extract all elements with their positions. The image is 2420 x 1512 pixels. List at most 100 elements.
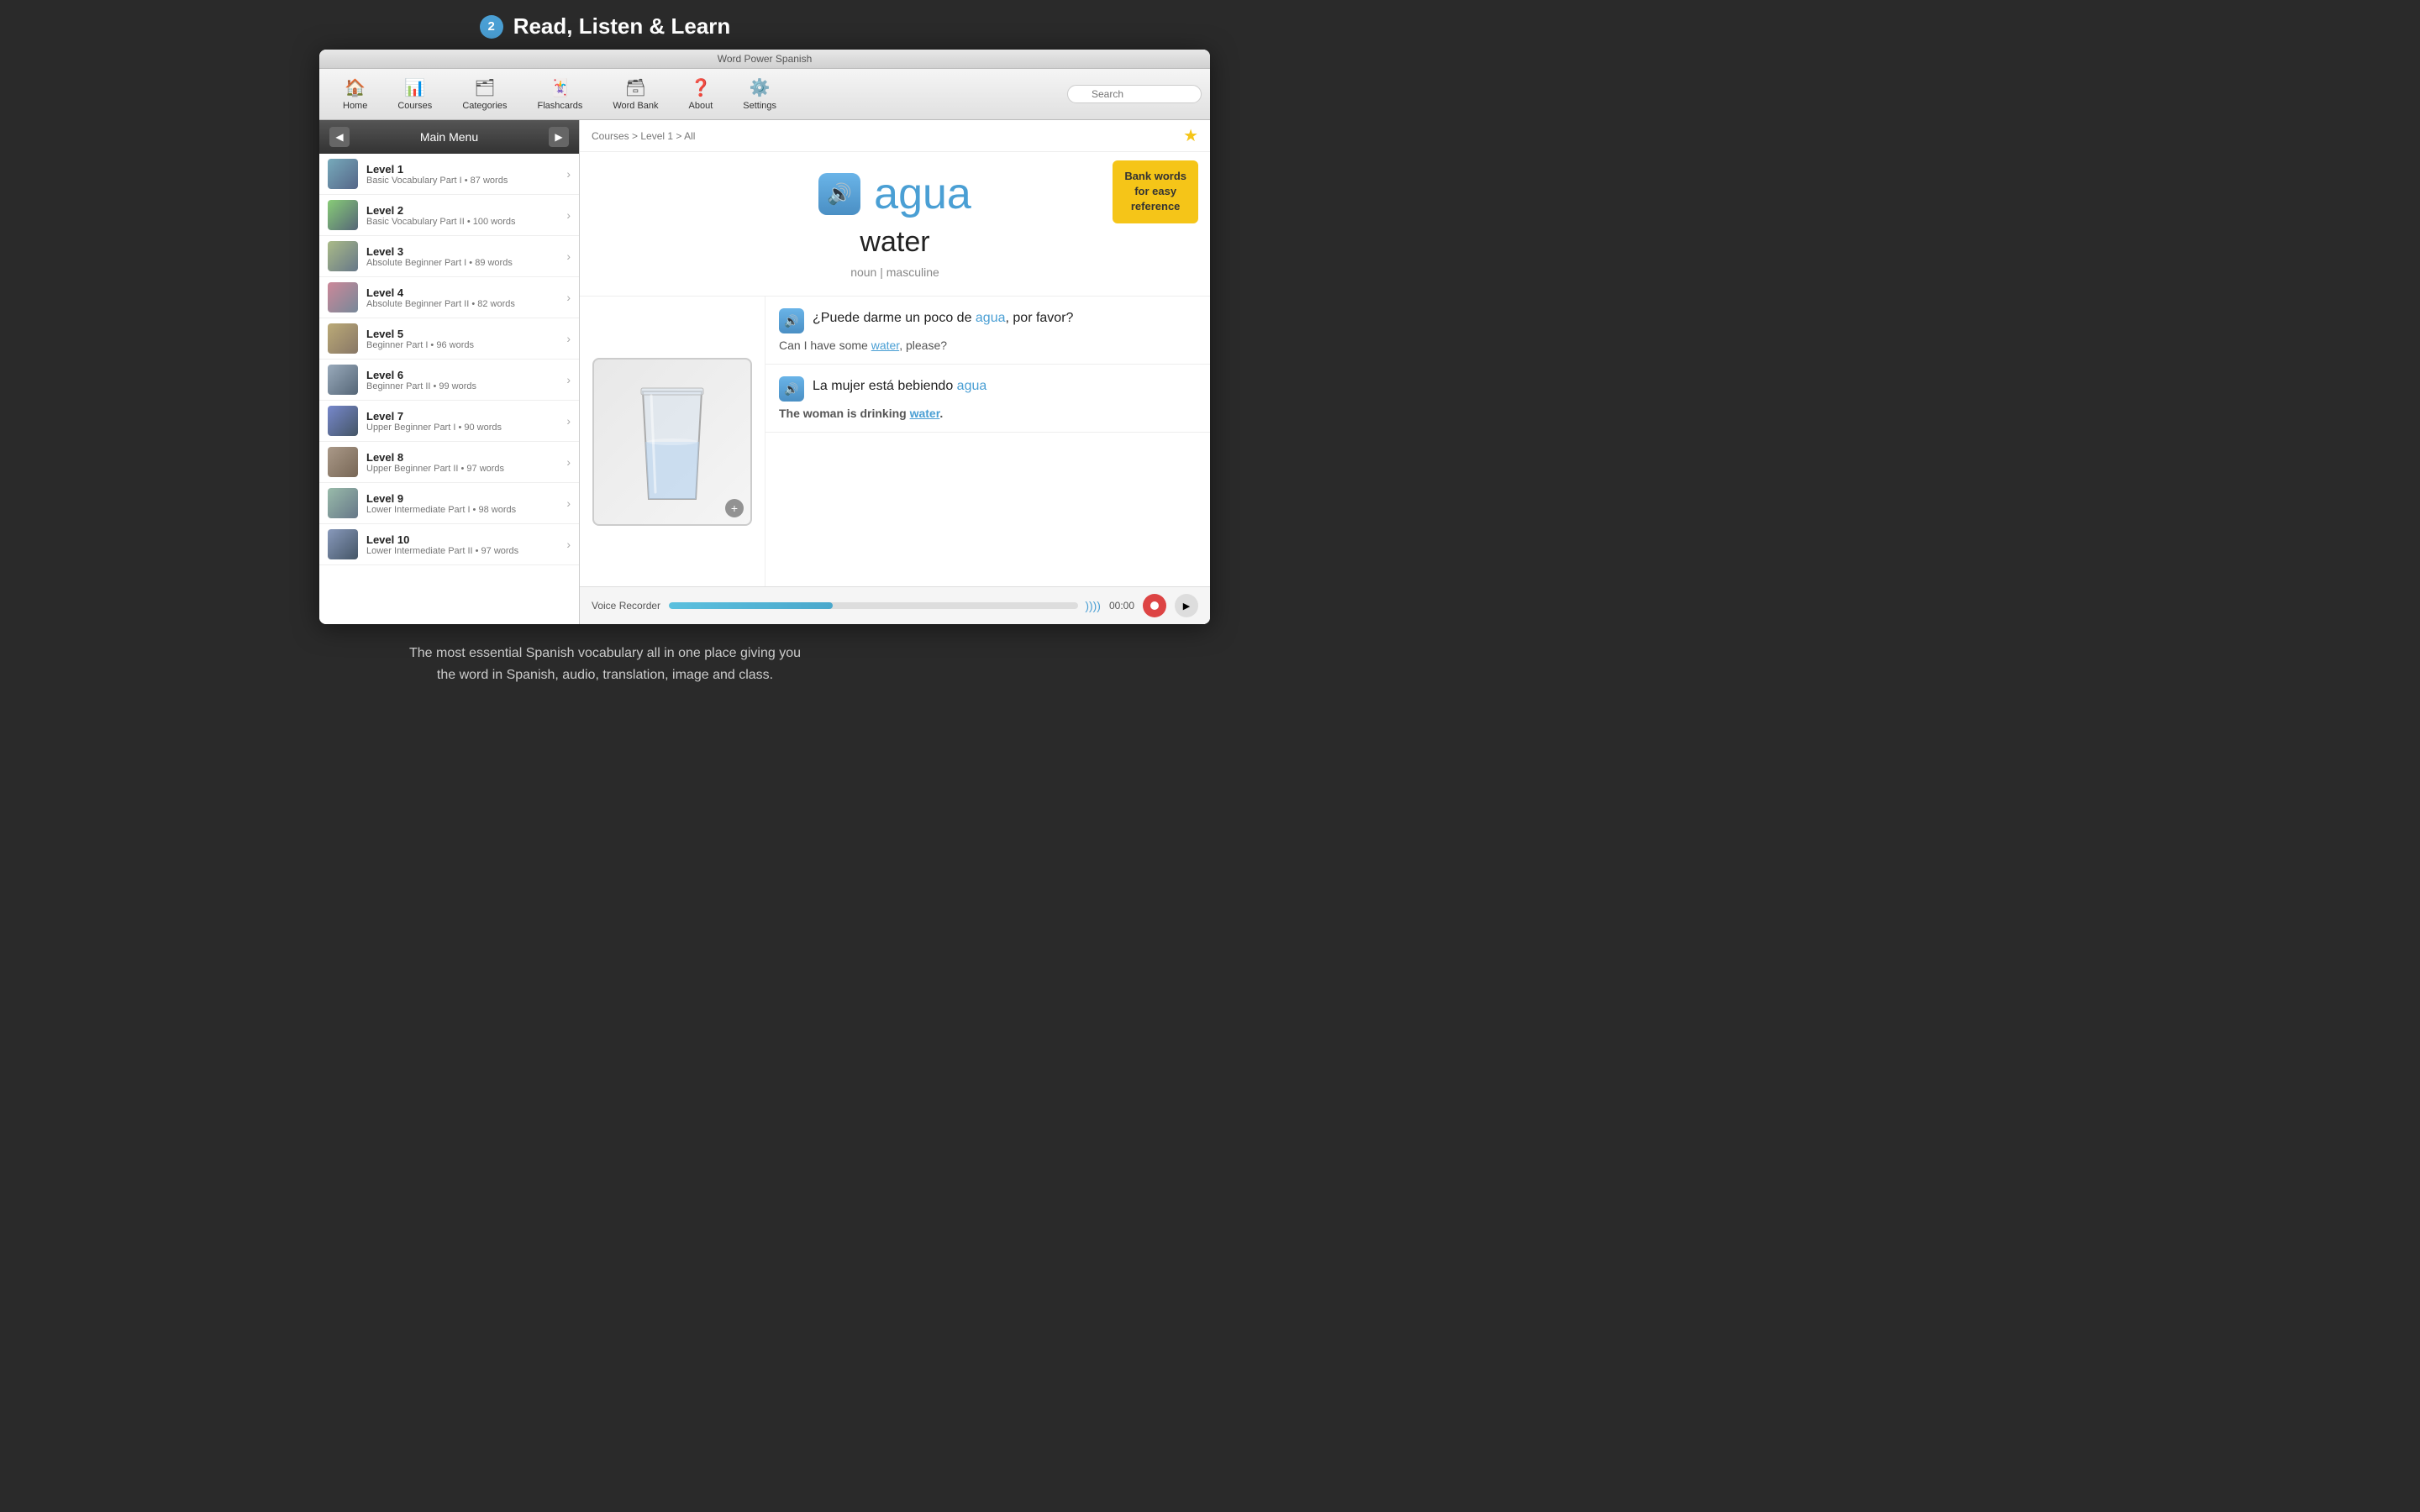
level-2-name: Level 2: [366, 204, 566, 217]
level-9-thumb: [328, 488, 358, 518]
sentence-2-spanish: La mujer está bebiendo agua: [813, 379, 986, 394]
sound-waves-icon: )))): [1085, 599, 1101, 612]
level-3-info: Level 3 Absolute Beginner Part I • 89 wo…: [366, 245, 566, 268]
nav-flashcards[interactable]: 🃏 Flashcards: [523, 74, 598, 114]
voice-recorder-bar: Voice Recorder )))) 00:00 ▶: [580, 586, 1210, 624]
image-panel: +: [580, 297, 765, 586]
level-4-info: Level 4 Absolute Beginner Part II • 82 w…: [366, 286, 566, 309]
level-10-thumb: [328, 529, 358, 559]
record-icon: [1150, 601, 1160, 611]
level-8-name: Level 8: [366, 451, 566, 464]
star-button[interactable]: ★: [1183, 125, 1198, 146]
sentence-1-top: 🔊 ¿Puede darme un poco de agua, por favo…: [779, 308, 1197, 333]
level-9-arrow: ›: [566, 496, 571, 510]
about-icon: ❓: [690, 77, 711, 98]
level-10-info: Level 10 Lower Intermediate Part II • 97…: [366, 533, 566, 556]
nav-courses[interactable]: 📊 Courses: [382, 74, 447, 114]
level-item[interactable]: Level 10 Lower Intermediate Part II • 97…: [319, 524, 579, 565]
level-10-arrow: ›: [566, 538, 571, 551]
english-word: water: [860, 226, 929, 259]
level-item[interactable]: Level 3 Absolute Beginner Part I • 89 wo…: [319, 236, 579, 277]
level-3-thumb: [328, 241, 358, 271]
progress-bar-bg: [669, 602, 1078, 609]
level-9-sub: Lower Intermediate Part I • 98 words: [366, 505, 566, 515]
window-titlebar: Word Power Spanish: [319, 50, 1210, 69]
level-2-arrow: ›: [566, 208, 571, 222]
level-item[interactable]: Level 9 Lower Intermediate Part I • 98 w…: [319, 483, 579, 524]
level-6-thumb: [328, 365, 358, 395]
level-1-arrow: ›: [566, 167, 571, 181]
level-5-thumb: [328, 323, 358, 354]
forward-button[interactable]: ▶: [549, 127, 569, 147]
record-button[interactable]: [1143, 594, 1166, 617]
level-item[interactable]: Level 2 Basic Vocabulary Part II • 100 w…: [319, 195, 579, 236]
nav-home[interactable]: 🏠 Home: [328, 74, 382, 114]
level-1-sub: Basic Vocabulary Part I • 87 words: [366, 176, 566, 186]
app-title: Word Power Spanish: [718, 53, 813, 65]
content-panel: Courses > Level 1 > All ★ Bank wordsfor …: [580, 120, 1210, 624]
step-circle: 2: [480, 15, 503, 39]
sidebar-header: ◀ Main Menu ▶: [319, 120, 579, 154]
nav-wordbank-label: Word Bank: [613, 101, 658, 111]
progress-area: )))): [669, 599, 1101, 612]
search-input[interactable]: [1067, 85, 1202, 103]
nav-categories[interactable]: 🗂 Categories: [447, 74, 522, 114]
level-item[interactable]: Level 4 Absolute Beginner Part II • 82 w…: [319, 277, 579, 318]
level-10-sub: Lower Intermediate Part II • 97 words: [366, 546, 566, 556]
app-window: Word Power Spanish 🏠 Home 📊 Courses 🗂 Ca…: [319, 50, 1210, 624]
level-item[interactable]: Level 7 Upper Beginner Part I • 90 words…: [319, 401, 579, 442]
nav-settings[interactable]: ⚙️ Settings: [728, 74, 792, 114]
main-content: ◀ Main Menu ▶ Level 1 Basic Vocabulary P…: [319, 120, 1210, 624]
voice-recorder-label: Voice Recorder: [592, 600, 660, 612]
sentence-2: 🔊 La mujer está bebiendo agua The woman …: [765, 365, 1210, 433]
level-3-sub: Absolute Beginner Part I • 89 words: [366, 258, 566, 268]
flashcards-icon: 🃏: [550, 77, 571, 98]
level-5-info: Level 5 Beginner Part I • 96 words: [366, 328, 566, 350]
nav-about[interactable]: ❓ About: [674, 74, 729, 114]
level-7-thumb: [328, 406, 358, 436]
sentence-1-english-highlight: water: [871, 339, 899, 352]
level-1-info: Level 1 Basic Vocabulary Part I • 87 wor…: [366, 163, 566, 186]
back-button[interactable]: ◀: [329, 127, 350, 147]
sentence-1-speaker[interactable]: 🔊: [779, 308, 804, 333]
level-item[interactable]: Level 8 Upper Beginner Part II • 97 word…: [319, 442, 579, 483]
sentence-2-english: The woman is drinking water.: [779, 407, 1197, 420]
level-5-sub: Beginner Part I • 96 words: [366, 340, 566, 350]
word-type: noun | masculine: [850, 265, 939, 279]
level-9-info: Level 9 Lower Intermediate Part I • 98 w…: [366, 492, 566, 515]
nav-home-label: Home: [343, 101, 367, 111]
play-button[interactable]: ▶: [1175, 594, 1198, 617]
search-wrapper: [1067, 85, 1202, 103]
sentence-2-english-highlight: water: [910, 407, 940, 420]
level-8-arrow: ›: [566, 455, 571, 469]
level-item[interactable]: Level 1 Basic Vocabulary Part I • 87 wor…: [319, 154, 579, 195]
zoom-button[interactable]: +: [725, 499, 744, 517]
level-item[interactable]: Level 5 Beginner Part I • 96 words ›: [319, 318, 579, 360]
time-display: 00:00: [1109, 600, 1134, 612]
level-8-info: Level 8 Upper Beginner Part II • 97 word…: [366, 451, 566, 474]
level-6-sub: Beginner Part II • 99 words: [366, 381, 566, 391]
level-8-thumb: [328, 447, 358, 477]
sentence-2-speaker[interactable]: 🔊: [779, 376, 804, 402]
level-4-name: Level 4: [366, 286, 566, 299]
top-bar: 2 Read, Listen & Learn: [0, 0, 1210, 50]
home-icon: 🏠: [345, 77, 366, 98]
level-5-arrow: ›: [566, 332, 571, 345]
word-top: 🔊 agua: [605, 169, 1185, 219]
level-9-name: Level 9: [366, 492, 566, 505]
level-item[interactable]: Level 6 Beginner Part II • 99 words ›: [319, 360, 579, 401]
settings-icon: ⚙️: [750, 77, 771, 98]
level-6-name: Level 6: [366, 369, 566, 381]
categories-icon: 🗂: [474, 77, 495, 98]
sentence-1-spanish: ¿Puede darme un poco de agua, por favor?: [813, 311, 1073, 326]
bank-callout[interactable]: Bank wordsfor easyreference: [1113, 160, 1198, 223]
level-7-info: Level 7 Upper Beginner Part I • 90 words: [366, 410, 566, 433]
nav-categories-label: Categories: [462, 101, 507, 111]
nav-wordbank[interactable]: 🗃 Word Bank: [597, 74, 673, 114]
main-speaker-button[interactable]: 🔊: [818, 173, 860, 215]
footer-line-2: the word in Spanish, audio, translation,…: [437, 668, 773, 682]
word-image: +: [592, 358, 752, 526]
level-6-arrow: ›: [566, 373, 571, 386]
level-3-arrow: ›: [566, 249, 571, 263]
breadcrumb-bar: Courses > Level 1 > All ★: [580, 120, 1210, 152]
